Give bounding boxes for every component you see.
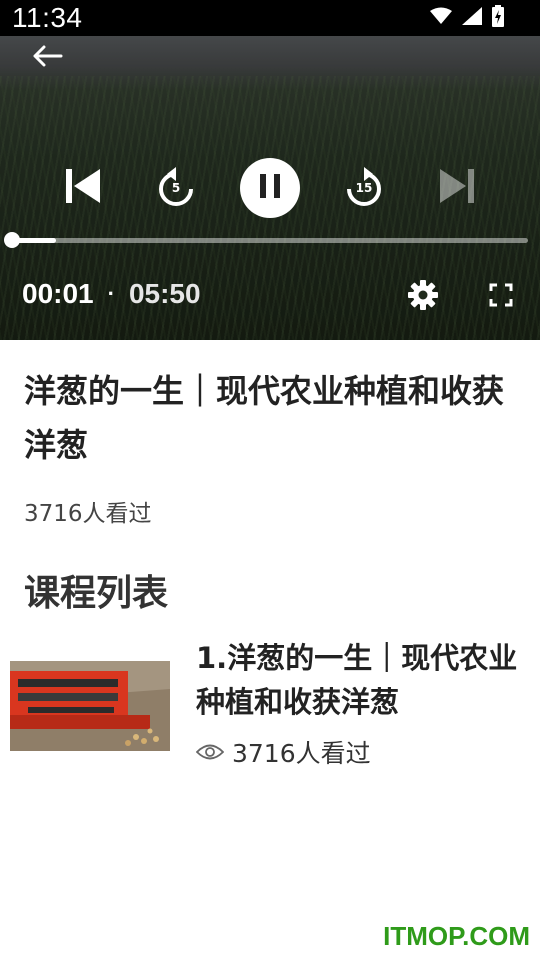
video-player[interactable]: 5 15 00:01 · 05:50 <box>0 36 540 340</box>
settings-button[interactable] <box>404 278 442 316</box>
back-button[interactable] <box>32 42 64 74</box>
fullscreen-icon <box>489 283 513 311</box>
rewind-button[interactable]: 5 <box>150 162 202 214</box>
video-title: 洋葱的一生｜现代农业种植和收获洋葱 <box>24 372 505 464</box>
fast-forward-icon: 15 <box>342 166 386 210</box>
pause-button[interactable] <box>240 158 300 218</box>
eye-icon <box>195 738 225 767</box>
course-thumbnail[interactable] <box>10 661 170 751</box>
course-list-heading: 课程列表 <box>24 573 169 614</box>
skip-next-icon <box>438 166 478 210</box>
wifi-icon <box>430 7 452 29</box>
current-time: 00:01 <box>22 278 94 309</box>
forward-seconds: 15 <box>355 181 373 195</box>
course-item-title[interactable]: 1.洋葱的一生｜现代农业种植和收获洋葱 <box>196 636 526 724</box>
previous-button[interactable] <box>58 166 106 210</box>
course-list-item[interactable]: 1.洋葱的一生｜现代农业种植和收获洋葱 3716人看过 <box>0 636 540 776</box>
rewind-icon: 5 <box>154 166 198 210</box>
status-time: 11:34 <box>12 2 83 33</box>
battery-icon <box>492 5 504 31</box>
time-separator: · <box>107 281 115 306</box>
next-button[interactable] <box>434 166 482 210</box>
watermark-logo: ITMOP.COM <box>383 921 530 951</box>
video-view-count: 3716人看过 <box>24 501 152 527</box>
duration: 05:50 <box>128 278 201 309</box>
time-display: 00:01 · 05:50 <box>22 278 201 310</box>
course-item-view-count: 3716人看过 <box>232 739 371 768</box>
signal-icon <box>462 7 482 29</box>
skip-previous-icon <box>62 166 102 210</box>
status-icons <box>430 5 504 31</box>
progress-thumb[interactable] <box>4 232 20 248</box>
progress-bar[interactable] <box>4 232 528 248</box>
course-item-views: 3716人看过 <box>195 734 371 770</box>
pause-icon <box>259 173 281 203</box>
fullscreen-button[interactable] <box>484 280 518 314</box>
arrow-left-icon <box>33 45 63 71</box>
gear-icon <box>407 279 439 315</box>
rewind-seconds: 5 <box>171 181 181 195</box>
forward-button[interactable]: 15 <box>338 162 390 214</box>
status-bar: 11:34 <box>0 0 540 36</box>
